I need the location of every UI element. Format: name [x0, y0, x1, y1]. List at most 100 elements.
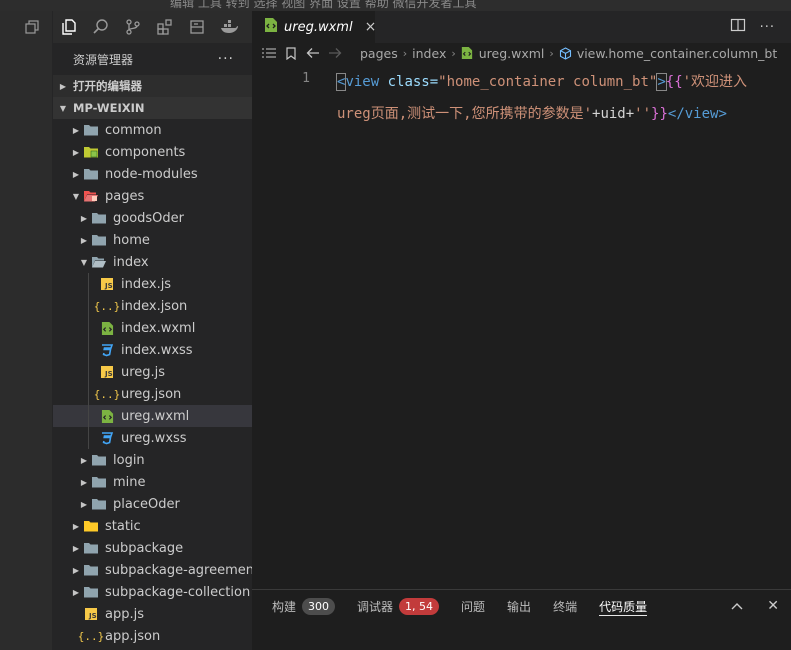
search-icon[interactable]: [85, 11, 117, 43]
tab-output[interactable]: 输出: [507, 590, 531, 622]
tree-item[interactable]: JS app.js: [53, 603, 252, 625]
tab-code-quality[interactable]: 代码质量: [599, 590, 648, 622]
tab-build-label: 构建: [272, 599, 297, 614]
tree-item-label: app.js: [105, 606, 144, 622]
breadcrumb-item-symbol[interactable]: view.home_container.column_bt: [577, 46, 777, 61]
tree-item[interactable]: {..} app.json: [53, 625, 252, 647]
folder-icon: [83, 562, 99, 578]
tree-item[interactable]: ▶ subpackage-agreement: [53, 559, 252, 581]
svg-text:JS: JS: [104, 370, 113, 378]
copy-window-icon[interactable]: [24, 19, 40, 35]
maximize-panel-icon[interactable]: [731, 598, 743, 614]
tree-item[interactable]: ureg.wxss: [53, 427, 252, 449]
folder-icon: [91, 232, 107, 248]
activity-bar: [53, 11, 252, 43]
static-folder-icon: [83, 518, 99, 534]
panel-actions: ✕: [731, 590, 779, 622]
explorer-files-icon[interactable]: [53, 11, 85, 43]
breadcrumb-separator: ›: [402, 46, 408, 60]
back-arrow-icon[interactable]: [302, 47, 324, 59]
tree-item[interactable]: ▶ login: [53, 449, 252, 471]
tree-item[interactable]: ▶ mine: [53, 471, 252, 493]
chevron-right-icon: ▶: [72, 147, 80, 157]
breadcrumb-separator: ›: [451, 46, 456, 60]
code-editor[interactable]: 1 <view class="home_container column_bt"…: [252, 63, 791, 589]
tree-item[interactable]: JS index.js: [53, 273, 252, 295]
cube-symbol-icon: [559, 46, 572, 60]
folder-icon: [83, 122, 99, 138]
tree-item-label: ureg.js: [121, 364, 166, 380]
tree-item[interactable]: ▶ placeOder: [53, 493, 252, 515]
tree-item[interactable]: ▶ subpackage: [53, 537, 252, 559]
source-control-icon[interactable]: [117, 11, 149, 43]
wxml-file-icon: [99, 320, 115, 336]
tree-item[interactable]: ▶ subpackage-collection: [53, 581, 252, 603]
breadcrumb-item-pages[interactable]: pages: [360, 46, 398, 61]
js-file-icon: JS: [99, 364, 115, 380]
wxml-file-icon: [461, 46, 473, 60]
more-editor-actions-icon[interactable]: ···: [760, 20, 775, 35]
chevron-right-icon: ▶: [72, 543, 80, 553]
chevron-right-icon: ▶: [72, 169, 80, 179]
tree-item-label: index.wxml: [121, 320, 196, 336]
attr-name: class=: [379, 74, 439, 90]
close-tab-icon[interactable]: ×: [365, 19, 377, 35]
tree-item-label: ureg.wxml: [121, 408, 190, 424]
forward-arrow-icon[interactable]: [324, 47, 346, 59]
bookmark-icon[interactable]: [280, 46, 302, 60]
project-section[interactable]: ▼ MP-WEIXIN: [53, 97, 252, 119]
tab-ureg-wxml[interactable]: ureg.wxml ×: [252, 11, 377, 43]
tab-terminal[interactable]: 终端: [553, 590, 577, 622]
tree-item[interactable]: {..} index.json: [53, 295, 252, 317]
tree-item[interactable]: index.wxss: [53, 339, 252, 361]
tab-debugger-label: 调试器: [357, 599, 394, 614]
svg-text:JS: JS: [88, 612, 97, 620]
tab-debugger[interactable]: 调试器 1, 54: [357, 590, 440, 622]
tag-close-bracket: >: [656, 73, 667, 91]
chevron-down-icon: ▼: [59, 103, 67, 113]
close-panel-icon[interactable]: ✕: [767, 598, 779, 614]
tree-item[interactable]: ▶ static: [53, 515, 252, 537]
pages-folder-icon: [83, 188, 99, 204]
panel-tabs: 构建 300 调试器 1, 54 问题 输出 终端 代码质量: [272, 590, 669, 622]
simulator-collapsed-bar: [0, 11, 53, 650]
tree-item[interactable]: ▶ home: [53, 229, 252, 251]
components-folder-icon: [83, 144, 99, 160]
storage-icon[interactable]: [181, 11, 213, 43]
chevron-right-icon: ▶: [80, 455, 88, 465]
tree-item[interactable]: {..} ureg.json: [53, 383, 252, 405]
tree-item[interactable]: ▶ node-modules: [53, 163, 252, 185]
chevron-right-icon: ▶: [72, 587, 80, 597]
debugger-error-badge: 1, 54: [399, 597, 440, 615]
indent-guide: [88, 273, 89, 449]
tab-problems[interactable]: 问题: [461, 590, 485, 622]
tree-item[interactable]: index.wxml: [53, 317, 252, 339]
breadcrumb-item-index[interactable]: index: [412, 46, 446, 61]
tree-item-label: index.json: [121, 298, 188, 314]
tab-build[interactable]: 构建 300: [272, 590, 336, 622]
tree-item-label: common: [105, 122, 162, 138]
tree-item[interactable]: ureg.wxml: [53, 405, 252, 427]
tree-item[interactable]: JS ureg.js: [53, 361, 252, 383]
json-file-icon: {..}: [77, 629, 105, 643]
list-icon[interactable]: [258, 47, 280, 59]
attr-value: "home_container column_bt": [438, 74, 658, 90]
tree-item[interactable]: ▼ pages: [53, 185, 252, 207]
tree-item[interactable]: ▶ components: [53, 141, 252, 163]
end-tag: </view>: [667, 106, 727, 122]
tree-item[interactable]: ▼ index: [53, 251, 252, 273]
more-actions-icon[interactable]: ···: [218, 51, 234, 67]
explorer-title: 资源管理器: [73, 52, 134, 67]
tree-item-label: components: [105, 144, 186, 160]
docker-whale-icon[interactable]: [213, 11, 245, 43]
split-editor-icon[interactable]: [730, 17, 746, 37]
chevron-right-icon: ▶: [80, 235, 88, 245]
concat-expression: +uid+: [592, 106, 635, 122]
mustache-close: }}: [651, 106, 668, 122]
folder-icon: [83, 584, 99, 600]
extensions-icon[interactable]: [149, 11, 181, 43]
breadcrumb-item-file[interactable]: ureg.wxml: [479, 46, 545, 61]
open-editors-section[interactable]: ▶ 打开的编辑器: [53, 75, 252, 97]
tree-item[interactable]: ▶ goodsOder: [53, 207, 252, 229]
tree-item[interactable]: ▶ common: [53, 119, 252, 141]
